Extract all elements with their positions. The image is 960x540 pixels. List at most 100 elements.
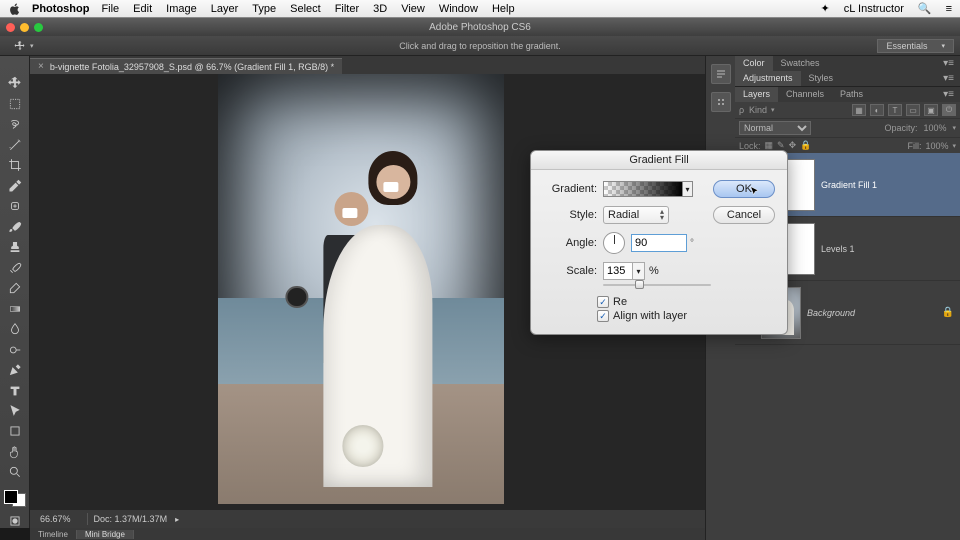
tab-timeline[interactable]: Timeline xyxy=(30,530,77,539)
quick-mask-toggle[interactable] xyxy=(5,513,25,527)
lasso-tool[interactable] xyxy=(5,117,25,131)
zoom-level[interactable]: 66.67% xyxy=(30,514,81,524)
brush-tool[interactable] xyxy=(5,219,25,233)
tab-swatches[interactable]: Swatches xyxy=(773,56,828,71)
layer-name[interactable]: Background xyxy=(807,308,855,318)
cancel-button[interactable]: Cancel xyxy=(713,206,775,224)
stamp-tool[interactable] xyxy=(5,240,25,254)
blur-tool[interactable] xyxy=(5,322,25,336)
fill-value[interactable]: 100% xyxy=(925,141,948,151)
scale-label: Scale: xyxy=(543,265,597,277)
wand-tool[interactable] xyxy=(5,137,25,151)
shape-tool[interactable] xyxy=(5,424,25,438)
tab-styles[interactable]: Styles xyxy=(801,71,842,86)
panel-menu-icon[interactable]: ▾≡ xyxy=(937,56,960,71)
slider-thumb[interactable] xyxy=(635,280,644,289)
hand-tool[interactable] xyxy=(5,445,25,459)
layer-name[interactable]: Gradient Fill 1 xyxy=(821,180,877,190)
tab-paths[interactable]: Paths xyxy=(832,87,871,102)
gradient-label: Gradient: xyxy=(543,183,597,195)
move-tool[interactable] xyxy=(5,76,25,90)
foreground-color-swatch[interactable] xyxy=(4,490,18,504)
menu-edit[interactable]: Edit xyxy=(133,3,152,15)
tab-channels[interactable]: Channels xyxy=(778,87,832,102)
color-swatches[interactable] xyxy=(4,490,26,508)
move-tool-icon xyxy=(14,40,26,52)
spotlight-icon[interactable]: 🔍 xyxy=(918,2,932,15)
heal-tool[interactable] xyxy=(5,199,25,213)
menu-filter[interactable]: Filter xyxy=(335,3,359,15)
menu-image[interactable]: Image xyxy=(166,3,197,15)
filter-type-icon[interactable]: T xyxy=(888,104,902,116)
dock-properties-icon[interactable] xyxy=(711,92,731,112)
menu-file[interactable]: File xyxy=(101,3,119,15)
select-caret-icon: ▴▾ xyxy=(660,209,664,221)
document-canvas[interactable] xyxy=(218,74,504,504)
chevron-down-icon[interactable]: ▾ xyxy=(952,142,956,150)
angle-dial[interactable] xyxy=(603,232,625,254)
filter-toggle-icon[interactable]: ⏻ xyxy=(942,104,956,116)
chevron-down-icon[interactable]: ▾ xyxy=(952,124,956,132)
angle-input[interactable] xyxy=(631,234,687,252)
dialog-body: Gradient: ▾ OK Style: Radial ▴▾ Cancel A… xyxy=(531,170,787,334)
menu-window[interactable]: Window xyxy=(439,3,478,15)
panel-menu-icon[interactable]: ▾≡ xyxy=(937,71,960,86)
eyedropper-tool[interactable] xyxy=(5,178,25,192)
tab-mini-bridge[interactable]: Mini Bridge xyxy=(77,530,134,539)
menu-view[interactable]: View xyxy=(401,3,425,15)
menu-3d[interactable]: 3D xyxy=(373,3,387,15)
align-checkbox[interactable]: ✓ xyxy=(597,310,609,322)
menu-type[interactable]: Type xyxy=(252,3,276,15)
scale-slider[interactable] xyxy=(603,278,711,292)
path-select-tool[interactable] xyxy=(5,404,25,418)
dock-history-icon[interactable] xyxy=(711,64,731,84)
close-tab-icon[interactable]: × xyxy=(38,61,44,72)
opacity-value[interactable]: 100% xyxy=(923,123,946,133)
gradient-tool[interactable] xyxy=(5,301,25,315)
panel-menu-icon[interactable]: ▾≡ xyxy=(937,87,960,102)
app-name[interactable]: Photoshop xyxy=(32,3,89,15)
dodge-tool[interactable] xyxy=(5,342,25,356)
document-tab[interactable]: × b-vignette Fotolia_32957908_S.psd @ 66… xyxy=(30,58,342,74)
menu-layer[interactable]: Layer xyxy=(211,3,239,15)
gradient-dropdown-icon[interactable]: ▾ xyxy=(683,181,693,197)
chevron-down-icon[interactable]: ▾ xyxy=(771,106,775,114)
menu-select[interactable]: Select xyxy=(290,3,321,15)
workspace-switcher[interactable]: Essentials ▾ xyxy=(877,39,954,53)
layer-name[interactable]: Levels 1 xyxy=(821,244,855,254)
tab-adjustments[interactable]: Adjustments xyxy=(735,71,801,86)
marquee-tool[interactable] xyxy=(5,96,25,110)
adjustments-panel-tabs: Adjustments Styles ▾≡ xyxy=(735,71,960,86)
filter-pixel-icon[interactable]: ▦ xyxy=(852,104,866,116)
filter-shape-icon[interactable]: ▭ xyxy=(906,104,920,116)
blend-mode-select[interactable]: Normal xyxy=(739,121,811,135)
gradient-fill-dialog[interactable]: Gradient Fill Gradient: ▾ OK Style: Radi… xyxy=(530,150,788,335)
current-tool-indicator[interactable]: ▾ xyxy=(14,40,34,52)
document-tab-label: b-vignette Fotolia_32957908_S.psd @ 66.7… xyxy=(50,62,334,72)
zoom-window-button[interactable] xyxy=(34,23,43,32)
eraser-tool[interactable] xyxy=(5,281,25,295)
chevron-right-icon[interactable]: ▸ xyxy=(175,515,179,524)
lock-move-icon[interactable]: ✥ xyxy=(789,140,797,151)
style-select[interactable]: Radial ▴▾ xyxy=(603,206,669,224)
pen-tool[interactable] xyxy=(5,363,25,377)
menubar-list-icon[interactable]: ≡ xyxy=(946,3,952,15)
tab-color[interactable]: Color xyxy=(735,56,773,71)
filter-adjust-icon[interactable]: ◐ xyxy=(870,104,884,116)
tab-layers[interactable]: Layers xyxy=(735,87,778,102)
doc-size[interactable]: Doc: 1.37M/1.37M xyxy=(94,514,168,524)
history-brush-tool[interactable] xyxy=(5,260,25,274)
minimize-window-button[interactable] xyxy=(20,23,29,32)
lock-all-icon[interactable]: 🔒 xyxy=(800,140,811,151)
crop-tool[interactable] xyxy=(5,158,25,172)
lock-label: Lock: xyxy=(739,141,761,151)
menu-help[interactable]: Help xyxy=(492,3,515,15)
zoom-tool[interactable] xyxy=(5,465,25,479)
ok-button[interactable]: OK xyxy=(713,180,775,198)
type-tool[interactable] xyxy=(5,383,25,397)
gradient-picker[interactable] xyxy=(603,181,683,197)
close-window-button[interactable] xyxy=(6,23,15,32)
filter-smart-icon[interactable]: ▣ xyxy=(924,104,938,116)
reverse-checkbox[interactable]: ✓ xyxy=(597,296,609,308)
menubar-user[interactable]: cL Instructor xyxy=(844,3,904,15)
